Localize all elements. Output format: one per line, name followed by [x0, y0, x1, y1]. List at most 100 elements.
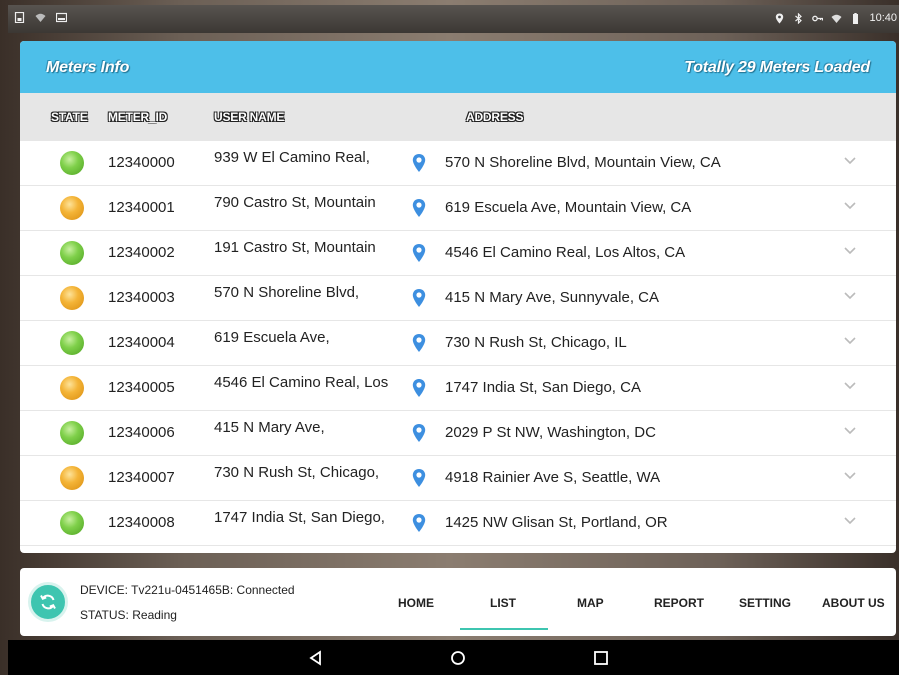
device-status: DEVICE: Tv221u-0451465B: Connected	[80, 583, 295, 597]
user-name: 1747 India St, San Diego,	[214, 509, 385, 526]
table-row[interactable]: 12340002 191 Castro St, Mountain 4546 El…	[20, 231, 896, 276]
meter-id: 12340007	[108, 469, 175, 486]
status-time: 10:40	[869, 12, 897, 24]
map-pin-icon[interactable]	[411, 288, 427, 308]
chevron-down-icon[interactable]	[844, 247, 856, 255]
address: 570 N Shoreline Blvd, Mountain View, CA	[445, 154, 721, 171]
system-nav-bar	[8, 640, 899, 675]
sync-button[interactable]	[28, 582, 68, 622]
map-pin-icon[interactable]	[411, 378, 427, 398]
tab-list[interactable]: LIST	[490, 596, 516, 610]
table-row[interactable]: 12340006 415 N Mary Ave, 2029 P St NW, W…	[20, 411, 896, 456]
address: 2029 P St NW, Washington, DC	[445, 424, 656, 441]
column-header-row: STATE METER_ID USER NAME ADDRESS	[20, 93, 896, 141]
sim-icon	[14, 12, 25, 23]
signal-icon	[831, 14, 842, 23]
meters-count: Totally 29 Meters Loaded	[684, 59, 870, 76]
meter-id: 12340008	[108, 514, 175, 531]
map-pin-icon[interactable]	[411, 333, 427, 353]
refresh-icon	[40, 594, 56, 610]
reading-status: STATUS: Reading	[80, 608, 177, 622]
user-name: 619 Escuela Ave,	[214, 329, 330, 346]
map-pin-icon[interactable]	[411, 513, 427, 533]
meter-id: 12340000	[108, 154, 175, 171]
state-indicator	[60, 466, 84, 490]
meter-id: 12340003	[108, 289, 175, 306]
map-pin-icon[interactable]	[411, 153, 427, 173]
back-icon[interactable]	[308, 650, 324, 666]
table-row[interactable]: 12340004 619 Escuela Ave, 730 N Rush St,…	[20, 321, 896, 366]
meters-card: Meters Info Totally 29 Meters Loaded STA…	[20, 41, 896, 553]
chevron-down-icon[interactable]	[844, 157, 856, 165]
meters-header: Meters Info Totally 29 Meters Loaded	[20, 41, 896, 93]
tab-home[interactable]: HOME	[398, 596, 434, 610]
address: 730 N Rush St, Chicago, IL	[445, 334, 627, 351]
address: 1747 India St, San Diego, CA	[445, 379, 641, 396]
state-indicator	[60, 286, 84, 310]
chevron-down-icon[interactable]	[844, 427, 856, 435]
page-title: Meters Info	[46, 59, 130, 76]
recents-icon[interactable]	[593, 650, 609, 666]
column-user-name: USER NAME	[214, 110, 285, 124]
status-bar-left	[14, 12, 67, 23]
chevron-down-icon[interactable]	[844, 292, 856, 300]
address: 4918 Rainier Ave S, Seattle, WA	[445, 469, 661, 486]
map-pin-icon[interactable]	[411, 423, 427, 443]
meter-id: 12340004	[108, 334, 175, 351]
state-indicator	[60, 241, 84, 265]
state-indicator	[60, 511, 84, 535]
user-name: 730 N Rush St, Chicago,	[214, 464, 380, 481]
meter-id: 12340005	[108, 379, 175, 396]
chevron-down-icon[interactable]	[844, 517, 856, 525]
address: 4546 El Camino Real, Los Altos, CA	[445, 244, 686, 261]
tab-setting[interactable]: SETTING	[739, 596, 791, 610]
user-name: 415 N Mary Ave,	[214, 419, 325, 436]
meter-id: 12340006	[108, 424, 175, 441]
map-pin-icon[interactable]	[411, 468, 427, 488]
bluetooth-icon	[795, 12, 803, 24]
user-name: 939 W El Camino Real,	[214, 149, 370, 166]
user-name: 191 Castro St, Mountain	[214, 239, 376, 256]
location-icon	[776, 13, 784, 23]
battery-icon	[853, 12, 859, 24]
address: 1425 NW Glisan St, Portland, OR	[445, 514, 668, 531]
address: 415 N Mary Ave, Sunnyvale, CA	[445, 289, 659, 306]
state-indicator	[60, 376, 84, 400]
active-tab-indicator	[460, 628, 548, 630]
user-name: 4546 El Camino Real, Los	[214, 374, 389, 391]
table-row[interactable]: 12340005 4546 El Camino Real, Los 1747 I…	[20, 366, 896, 411]
table-row[interactable]: 12340000 939 W El Camino Real, 570 N Sho…	[20, 141, 896, 186]
chevron-down-icon[interactable]	[844, 382, 856, 390]
state-indicator	[60, 421, 84, 445]
column-state: STATE	[51, 110, 88, 124]
bottom-bar: DEVICE: Tv221u-0451465B: Connected STATU…	[20, 568, 896, 636]
home-icon[interactable]	[450, 650, 466, 666]
tab-map[interactable]: MAP	[577, 596, 604, 610]
column-meter-id: METER_ID	[108, 110, 168, 124]
user-name: 570 N Shoreline Blvd,	[214, 284, 360, 301]
meters-list[interactable]: 12340000 939 W El Camino Real, 570 N Sho…	[20, 141, 896, 546]
state-indicator	[60, 331, 84, 355]
wifi-icon	[35, 13, 46, 22]
table-row[interactable]: 12340003 570 N Shoreline Blvd, 415 N Mar…	[20, 276, 896, 321]
table-row[interactable]: 12340001 790 Castro St, Mountain 619 Esc…	[20, 186, 896, 231]
vpn-key-icon	[812, 15, 824, 21]
tab-about-us[interactable]: ABOUT US	[822, 596, 885, 610]
meter-id: 12340001	[108, 199, 175, 216]
status-bar: 10:40	[8, 5, 899, 33]
map-pin-icon[interactable]	[411, 243, 427, 263]
chevron-down-icon[interactable]	[844, 202, 856, 210]
table-row[interactable]: 12340007 730 N Rush St, Chicago, 4918 Ra…	[20, 456, 896, 501]
chevron-down-icon[interactable]	[844, 337, 856, 345]
chevron-down-icon[interactable]	[844, 472, 856, 480]
state-indicator	[60, 151, 84, 175]
table-row[interactable]: 12340008 1747 India St, San Diego, 1425 …	[20, 501, 896, 546]
status-bar-right: 10:40	[774, 12, 897, 24]
address: 619 Escuela Ave, Mountain View, CA	[445, 199, 692, 216]
screenshot-icon	[56, 12, 67, 23]
meter-id: 12340002	[108, 244, 175, 261]
map-pin-icon[interactable]	[411, 198, 427, 218]
user-name: 790 Castro St, Mountain	[214, 194, 376, 211]
column-address: ADDRESS	[466, 110, 524, 124]
tab-report[interactable]: REPORT	[654, 596, 704, 610]
